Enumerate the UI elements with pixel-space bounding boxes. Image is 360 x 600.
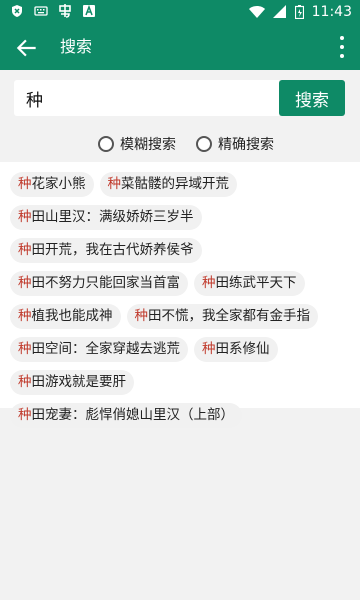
- status-left-icons: [10, 4, 96, 18]
- result-tag[interactable]: 种田练武平天下: [194, 271, 305, 296]
- result-text: 田系修仙: [215, 341, 270, 357]
- battery-icon: [294, 5, 304, 19]
- status-bar: 11:43: [0, 0, 360, 25]
- page-title: 搜索: [60, 37, 93, 56]
- more-vertical-icon[interactable]: [338, 36, 346, 58]
- result-tag-list: 种花家小熊 种菜骷髅的异域开荒 种田山里汉：满级娇娇三岁半 种田开荒，我在古代娇…: [10, 172, 350, 436]
- result-text: 田开荒，我在古代娇养侯爷: [31, 242, 194, 258]
- result-tag[interactable]: 种田游戏就是要肝: [10, 370, 134, 395]
- more-dot: [340, 54, 344, 58]
- result-highlight: 种: [18, 209, 32, 225]
- result-highlight: 种: [18, 275, 32, 291]
- radio-circle-icon[interactable]: [98, 136, 114, 152]
- result-text: 田空间：全家穿越去逃荒: [31, 341, 181, 357]
- result-highlight: 种: [18, 242, 32, 258]
- result-highlight: 种: [18, 374, 32, 390]
- result-text: 田不努力只能回家当首富: [31, 275, 181, 291]
- fuzzy-search-radio[interactable]: 模糊搜索: [98, 134, 176, 154]
- search-mode-group: 模糊搜索 精确搜索: [0, 134, 360, 158]
- result-text: 菜骷髅的异域开荒: [121, 176, 229, 192]
- shield-icon: [12, 5, 22, 17]
- result-tag[interactable]: 种田山里汉：满级娇娇三岁半: [10, 205, 202, 230]
- search-area: 搜索 模糊搜索 精确搜索: [0, 70, 360, 162]
- result-text: 田不慌，我全家都有金手指: [148, 308, 310, 324]
- result-highlight: 种: [18, 407, 32, 423]
- exact-search-label: 精确搜索: [218, 137, 274, 153]
- fuzzy-search-label: 模糊搜索: [120, 137, 176, 153]
- result-tag[interactable]: 种花家小熊: [10, 172, 94, 197]
- exact-search-radio[interactable]: 精确搜索: [196, 134, 274, 154]
- search-input[interactable]: [14, 80, 279, 116]
- status-right-icons: 11:43: [248, 4, 352, 20]
- result-tag[interactable]: 种植我也能成神: [10, 304, 121, 329]
- more-dot: [340, 36, 344, 40]
- result-text: 花家小熊: [31, 176, 86, 192]
- chinese-char-icon: [59, 4, 71, 18]
- result-highlight: 种: [202, 275, 216, 291]
- result-text: 植我也能成神: [31, 308, 113, 324]
- app-bar: 搜索: [0, 25, 360, 70]
- result-text: 田游戏就是要肝: [31, 374, 127, 390]
- result-tag[interactable]: 种田不努力只能回家当首富: [10, 271, 188, 296]
- result-tag[interactable]: 种田空间：全家穿越去逃荒: [10, 337, 188, 362]
- status-time: 11:43: [311, 4, 352, 20]
- result-highlight: 种: [107, 176, 122, 192]
- result-tag[interactable]: 种田系修仙: [194, 337, 278, 362]
- result-text: 田宠妻：彪悍俏媳山里汉（上部）: [31, 407, 235, 423]
- result-highlight: 种: [18, 308, 32, 324]
- result-text: 田练武平天下: [215, 275, 297, 291]
- search-results: 种花家小熊 种菜骷髅的异域开荒 种田山里汉：满级娇娇三岁半 种田开荒，我在古代娇…: [0, 162, 360, 428]
- result-text: 田山里汉：满级娇娇三岁半: [31, 209, 194, 225]
- wifi-icon: [248, 6, 265, 18]
- arrow-left-icon[interactable]: [14, 35, 40, 61]
- font-a-icon: [83, 4, 95, 17]
- search-button[interactable]: 搜索: [279, 80, 345, 116]
- keyboard-icon: [34, 6, 48, 16]
- radio-circle-icon[interactable]: [196, 136, 212, 152]
- result-tag[interactable]: 种菜骷髅的异域开荒: [99, 172, 237, 197]
- result-tag[interactable]: 种田不慌，我全家都有金手指: [126, 304, 318, 329]
- result-highlight: 种: [134, 308, 149, 324]
- signal-icon: [272, 5, 286, 18]
- result-tag[interactable]: 种田开荒，我在古代娇养侯爷: [10, 238, 202, 263]
- more-dot: [340, 45, 344, 49]
- result-highlight: 种: [18, 341, 32, 357]
- result-tag[interactable]: 种田宠妻：彪悍俏媳山里汉（上部）: [10, 403, 242, 428]
- result-highlight: 种: [202, 341, 216, 357]
- result-highlight: 种: [18, 176, 32, 192]
